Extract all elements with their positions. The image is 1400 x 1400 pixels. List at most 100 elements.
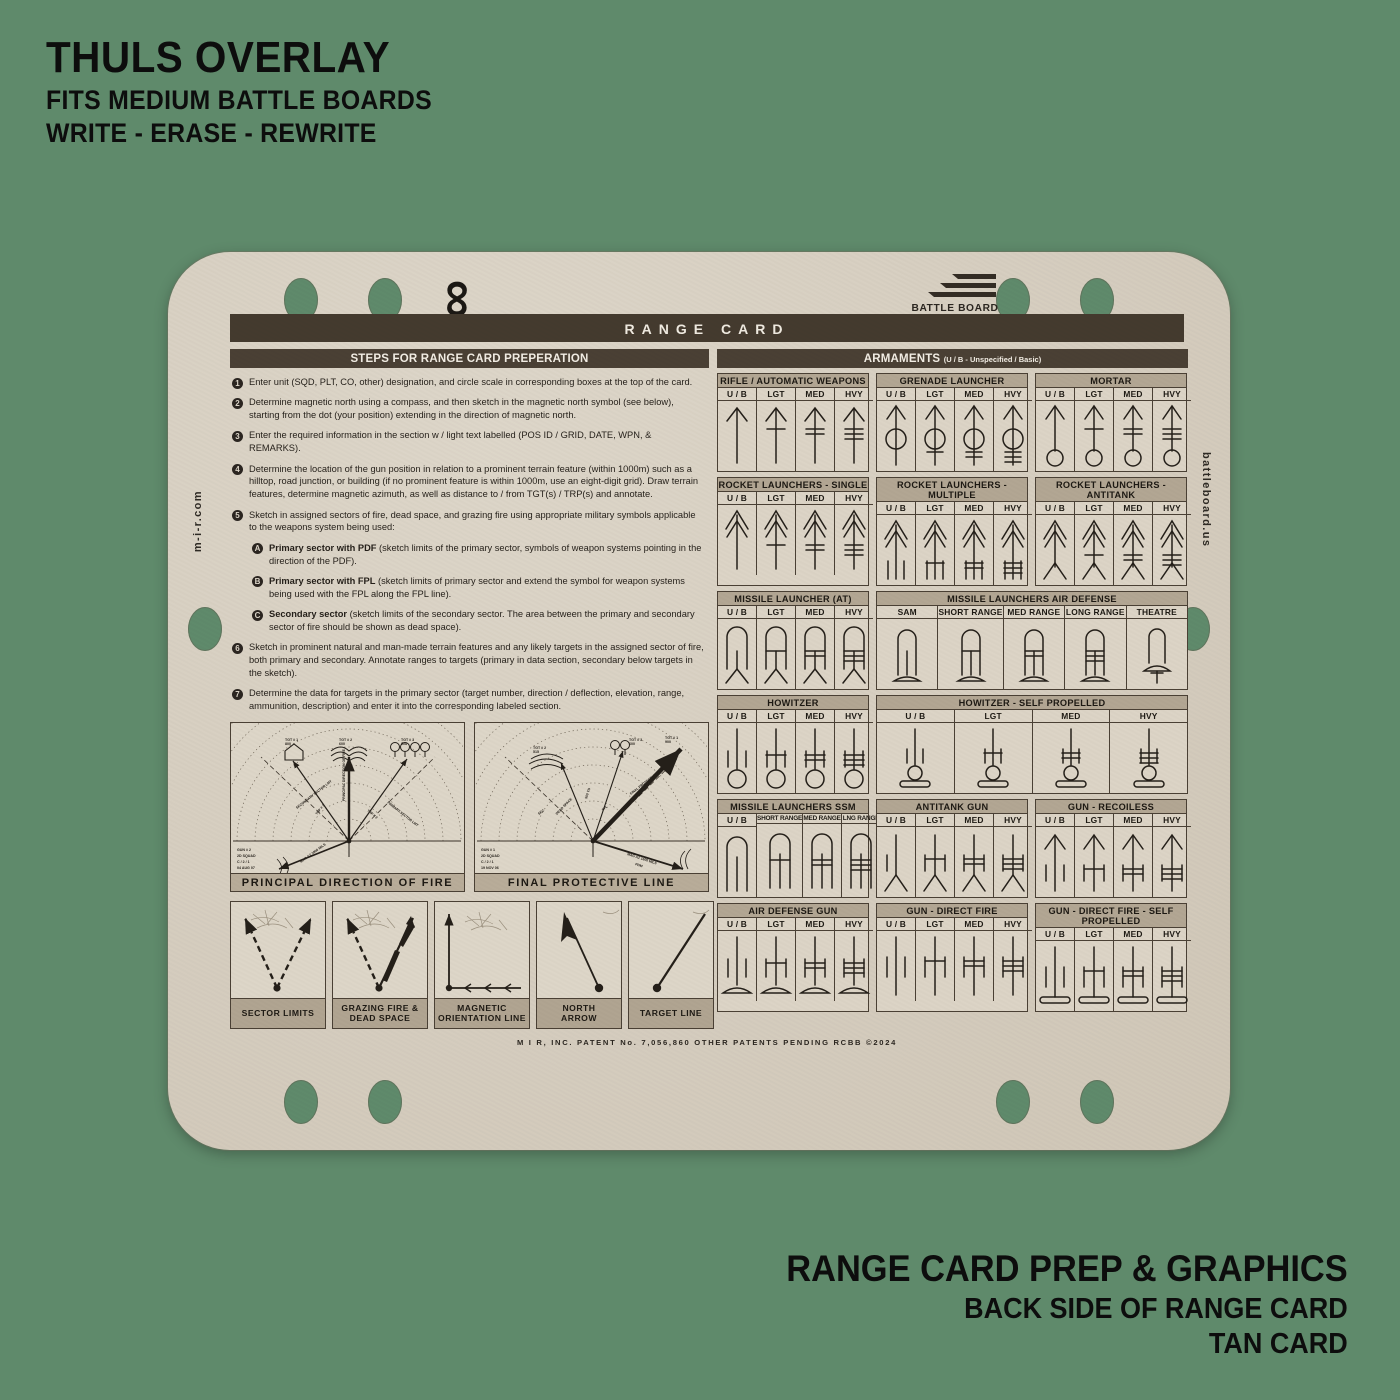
armament-group-title: MISSILE LAUNCHER (AT)	[718, 592, 868, 606]
svg-text:GUN # 1: GUN # 1	[481, 848, 495, 852]
armament-group-title: AIR DEFENSE GUN	[718, 904, 868, 918]
promo-subtitle-2: WRITE - ERASE - REWRITE	[46, 117, 377, 148]
armament-symbol-theatre	[1127, 619, 1187, 689]
armament-cell-header: HVY	[835, 918, 873, 931]
symbol-figure	[332, 900, 428, 999]
armament-cell: MED RANGE	[803, 814, 843, 897]
armament-symbol-ssm	[842, 824, 880, 894]
armament-symbol-rlat	[1075, 515, 1113, 585]
step-text: Primary sector with FPL (sketch limits o…	[269, 575, 685, 599]
svg-text:MAG AZ 1800 MILS: MAG AZ 1800 MILS	[299, 842, 327, 864]
battle-board-logo: BATTLE BOARD	[911, 272, 998, 314]
armament-row: MISSILE LAUNCHER (AT) U / B LGT MED HVY M…	[717, 591, 1188, 690]
svg-text:19 NOV 06: 19 NOV 06	[481, 866, 499, 870]
armament-cell-header: LGT	[916, 388, 954, 401]
armament-cell: LNG RANGE	[842, 814, 881, 897]
armament-cell: HVY	[1153, 502, 1191, 585]
armament-group-title: MISSILE LAUNCHERS SSM	[718, 800, 868, 814]
armament-row: HOWITZER U / B LGT MED HVY HOWITZER - SEL…	[717, 695, 1188, 794]
armament-group: GUN - RECOILESS U / B LGT MED HVY	[1035, 799, 1191, 898]
armament-cell: U / B	[877, 918, 916, 1001]
side-text-right: battleboard.us	[1200, 452, 1212, 548]
armament-symbol-ssm	[718, 827, 756, 897]
armament-cells: U / B LGT MED HVY	[877, 502, 1032, 585]
armament-cell: HVY	[1153, 928, 1191, 1011]
armament-symbol-grec	[1114, 827, 1152, 897]
step-item: C Secondary sector (sketch limits of the …	[252, 608, 705, 634]
armament-cell-header: U / B	[1036, 928, 1074, 941]
armament-cell: SHORT RANGE	[757, 814, 804, 897]
armament-cell: MED	[796, 918, 835, 1001]
armament-cell: LGT	[757, 492, 796, 575]
svg-text:PRINCIPAL DIRECTION OF FIRE: PRINCIPAL DIRECTION OF FIRE	[342, 748, 346, 801]
step-text: Sketch in assigned sectors of fire, dead…	[249, 509, 696, 533]
armament-cell: U / B	[718, 710, 757, 793]
armament-cell: LONG RANGE	[1065, 606, 1127, 689]
armament-cells: U / B LGT MED HVY	[718, 388, 873, 471]
svg-text:FINAL PROTECTIVE LINE: FINAL PROTECTIVE LINE	[629, 767, 665, 796]
armament-cell: LGT	[757, 710, 796, 793]
step-text: Enter the required information in the se…	[249, 430, 652, 454]
armament-group: MISSILE LAUNCHERS AIR DEFENSE SAM SHORT R…	[876, 591, 1188, 690]
armament-cells: U / B LGT MED HVY	[1036, 388, 1191, 471]
logo-chevrons-icon	[912, 272, 998, 302]
armament-symbol-ssm	[757, 824, 802, 894]
armament-cell: MED	[955, 502, 994, 585]
armament-cell: U / B	[718, 492, 757, 575]
armament-cell-header: MED	[796, 388, 834, 401]
armament-cell-header: MED	[1032, 710, 1110, 723]
armament-cell-header: MED	[796, 492, 834, 505]
armament-symbol-howsp	[955, 723, 1032, 793]
armament-symbol-gdf	[877, 931, 915, 1001]
armament-cell: U / B	[1036, 814, 1075, 897]
promo-bottom-sub-2: TAN CARD	[1209, 1328, 1348, 1361]
svg-text:SEC: SEC	[537, 808, 545, 816]
armament-cell-header: LGT	[757, 492, 795, 505]
armament-cell-header: U / B	[1036, 388, 1074, 401]
armament-symbol-how	[835, 723, 873, 793]
armament-cell-header: HVY	[1153, 928, 1191, 941]
armament-cell-header: MED	[955, 814, 993, 827]
armament-cell: HVY	[994, 502, 1032, 585]
armaments-header-label: ARMAMENTS	[863, 353, 941, 365]
armament-cell-header: U / B	[877, 388, 915, 401]
armament-cells: U / B LGT MED HVY	[1036, 502, 1191, 585]
punch-hole	[188, 607, 222, 651]
promo-top-left: THULS OVERLAY FITS MEDIUM BATTLE BOARDS …	[46, 36, 465, 150]
step-number: 6	[232, 642, 243, 654]
svg-text:515: 515	[533, 750, 539, 754]
card-title: RANGE CARD	[230, 314, 1184, 342]
armament-cell: MED	[796, 606, 835, 689]
armament-cells: U / B LGT MED HVY	[718, 710, 873, 793]
symbol-legend-item: GRAZING FIRE & DEAD SPACE	[332, 900, 428, 1029]
armament-cell: HVY	[835, 492, 873, 575]
step-number: B	[252, 576, 263, 588]
armament-cell-header: U / B	[877, 814, 915, 827]
armament-cell-header: HVY	[1153, 388, 1191, 401]
armament-symbol-atg	[955, 827, 993, 897]
armament-cells: U / B SHORT RANGE MED RANGE LNG RANGE	[718, 814, 881, 897]
armament-cell-header: U / B	[1036, 502, 1074, 515]
svg-text:800: 800	[285, 742, 291, 746]
armament-cell: MED	[796, 388, 835, 471]
armament-cell: LGT	[916, 918, 955, 1001]
symbol-label: SECTOR LIMITS	[230, 998, 326, 1029]
armament-cell: U / B	[1036, 388, 1075, 471]
armament-group: MISSILE LAUNCHERS SSM U / B SHORT RANGE M…	[717, 799, 881, 898]
step-item: 1 Enter unit (SQD, PLT, CO, other) design…	[232, 376, 705, 389]
armament-cell: LGT	[757, 918, 796, 1001]
armament-cell-header: U / B	[718, 388, 756, 401]
armament-symbol-arrow	[757, 401, 795, 471]
armament-symbol-ssm	[803, 824, 841, 894]
armament-group-title: ROCKET LAUNCHERS - MULTIPLE	[877, 478, 1027, 502]
armament-group-title: ANTITANK GUN	[877, 800, 1027, 814]
diagram-label: FINAL PROTECTIVE LINE	[474, 873, 709, 892]
promo-bottom-right: RANGE CARD PREP & GRAPHICS BACK SIDE OF …	[744, 1249, 1348, 1362]
armament-cells: U / B LGT MED HVY	[1036, 928, 1191, 1011]
armament-cell: MED	[955, 814, 994, 897]
step-item: 4 Determine the location of the gun posit…	[232, 463, 705, 501]
armament-cells: U / B LGT MED HVY	[877, 710, 1187, 793]
armament-symbol-gdf	[955, 931, 993, 1001]
step-text: Enter unit (SQD, PLT, CO, other) designa…	[249, 377, 693, 387]
armament-cell: HVY	[994, 388, 1032, 471]
